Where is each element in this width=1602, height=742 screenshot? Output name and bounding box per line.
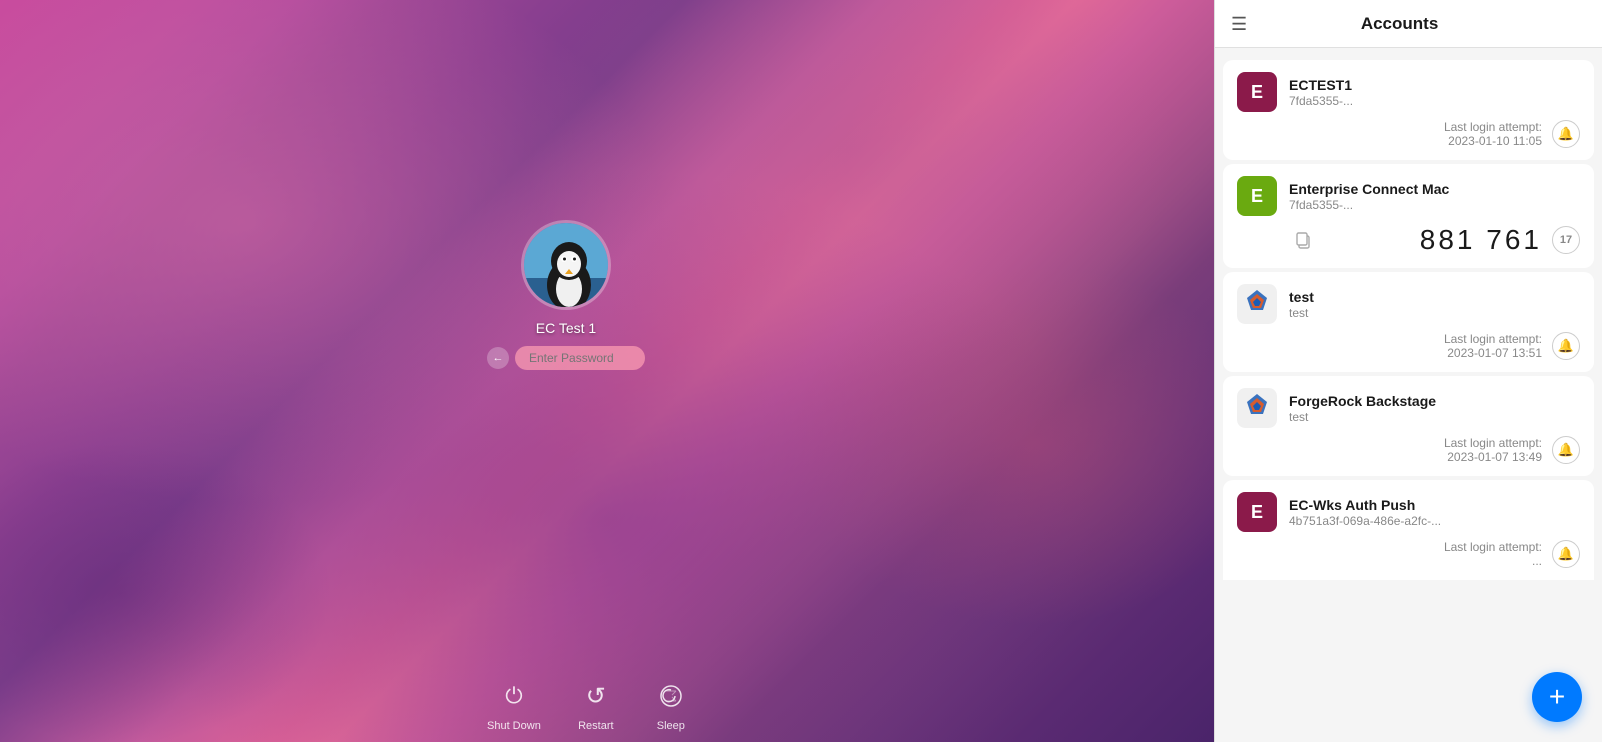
last-login-label-test: Last login attempt: (1444, 332, 1542, 346)
back-arrow-button[interactable]: ← (487, 347, 509, 369)
account-card-enterprise-connect[interactable]: E Enterprise Connect Mac 7fda5355-... 88… (1223, 164, 1594, 268)
accounts-list: E ECTEST1 7fda5355-... Last login attemp… (1215, 48, 1602, 742)
sleep-icon (651, 676, 691, 716)
password-row: ← (487, 346, 645, 370)
account-main-row-test: test test (1237, 284, 1580, 324)
account-icon-test (1237, 284, 1277, 324)
login-info-forgerock: Last login attempt: 2023-01-07 13:49 (1444, 436, 1542, 464)
user-avatar (521, 220, 611, 310)
account-main-row-ec: E Enterprise Connect Mac 7fda5355-... (1237, 176, 1580, 216)
account-card-ecwks[interactable]: E EC-Wks Auth Push 4b751a3f-069a-486e-a2… (1223, 480, 1594, 580)
account-main-row-forgerock: ForgeRock Backstage test (1237, 388, 1580, 428)
login-info-ectest1: Last login attempt: 2023-01-10 11:05 (1444, 120, 1542, 148)
login-info-ecwks: Last login attempt: ... (1444, 540, 1542, 568)
account-secondary-test: Last login attempt: 2023-01-07 13:51 🔔 (1237, 332, 1580, 360)
desktop-dock: ⏻ Shut Down ↺ Restart Sleep (487, 676, 691, 732)
account-info-forgerock: ForgeRock Backstage test (1289, 393, 1580, 424)
account-icon-enterprise: E (1237, 176, 1277, 216)
totp-timer-enterprise: 17 (1552, 226, 1580, 254)
account-info-ecwks: EC-Wks Auth Push 4b751a3f-069a-486e-a2fc… (1289, 497, 1580, 528)
hamburger-menu-button[interactable]: ☰ (1231, 15, 1247, 33)
shutdown-icon: ⏻ (494, 676, 534, 716)
sleep-label: Sleep (657, 720, 685, 732)
account-name-ecwks: EC-Wks Auth Push (1289, 497, 1580, 513)
account-name-ectest1: ECTEST1 (1289, 77, 1580, 93)
account-id-enterprise: 7fda5355-... (1289, 198, 1580, 212)
account-name-forgerock: ForgeRock Backstage (1289, 393, 1580, 409)
panel-title: Accounts (1263, 14, 1536, 34)
account-id-forgerock: test (1289, 410, 1580, 424)
password-input[interactable] (515, 346, 645, 370)
account-secondary-ectest1: Last login attempt: 2023-01-10 11:05 🔔 (1237, 120, 1580, 148)
account-name-enterprise: Enterprise Connect Mac (1289, 181, 1580, 197)
desktop-area: EC Test 1 ← ⏻ Shut Down ↺ Restart Sleep (0, 0, 1214, 742)
account-icon-ecwks: E (1237, 492, 1277, 532)
account-id-ecwks: 4b751a3f-069a-486e-a2fc-... (1289, 514, 1580, 528)
notification-bell-ectest1[interactable]: 🔔 (1552, 120, 1580, 148)
restart-label: Restart (578, 720, 613, 732)
account-secondary-ecwks: Last login attempt: ... 🔔 (1237, 540, 1580, 568)
account-id-ectest1: 7fda5355-... (1289, 94, 1580, 108)
shutdown-label: Shut Down (487, 720, 541, 732)
restart-icon: ↺ (576, 676, 616, 716)
account-info-ectest1: ECTEST1 7fda5355-... (1289, 77, 1580, 108)
notification-bell-ecwks[interactable]: 🔔 (1552, 540, 1580, 568)
account-icon-forgerock (1237, 388, 1277, 428)
account-info-test: test test (1289, 289, 1580, 320)
copy-totp-button[interactable] (1289, 226, 1317, 254)
totp-code-enterprise: 881 761 (1327, 224, 1542, 256)
sleep-button[interactable]: Sleep (651, 676, 691, 732)
account-card-ectest1[interactable]: E ECTEST1 7fda5355-... Last login attemp… (1223, 60, 1594, 160)
restart-button[interactable]: ↺ Restart (576, 676, 616, 732)
accounts-panel: ☰ Accounts E ECTEST1 7fda5355-... Last l… (1214, 0, 1602, 742)
account-id-test: test (1289, 306, 1580, 320)
last-login-label-forgerock: Last login attempt: (1444, 436, 1542, 450)
account-secondary-forgerock: Last login attempt: 2023-01-07 13:49 🔔 (1237, 436, 1580, 464)
last-login-date-forgerock: 2023-01-07 13:49 (1444, 450, 1542, 464)
account-main-row-ecwks: E EC-Wks Auth Push 4b751a3f-069a-486e-a2… (1237, 492, 1580, 532)
account-icon-ectest1: E (1237, 72, 1277, 112)
login-user-container: EC Test 1 ← (487, 220, 645, 370)
last-login-date-ectest1: 2023-01-10 11:05 (1444, 134, 1542, 148)
add-account-button[interactable]: + (1532, 672, 1582, 722)
login-info-test: Last login attempt: 2023-01-07 13:51 (1444, 332, 1542, 360)
account-info-enterprise: Enterprise Connect Mac 7fda5355-... (1289, 181, 1580, 212)
panel-header: ☰ Accounts (1215, 0, 1602, 48)
account-name-test: test (1289, 289, 1580, 305)
account-card-test[interactable]: test test Last login attempt: 2023-01-07… (1223, 272, 1594, 372)
last-login-label-ecwks: Last login attempt: (1444, 540, 1542, 554)
notification-bell-forgerock[interactable]: 🔔 (1552, 436, 1580, 464)
last-login-date-ecwks: ... (1444, 554, 1542, 568)
account-card-forgerock[interactable]: ForgeRock Backstage test Last login atte… (1223, 376, 1594, 476)
totp-row-enterprise: 881 761 17 (1237, 224, 1580, 256)
shutdown-button[interactable]: ⏻ Shut Down (487, 676, 541, 732)
account-main-row: E ECTEST1 7fda5355-... (1237, 72, 1580, 112)
notification-bell-test[interactable]: 🔔 (1552, 332, 1580, 360)
last-login-date-test: 2023-01-07 13:51 (1444, 346, 1542, 360)
login-username: EC Test 1 (536, 320, 596, 336)
last-login-label: Last login attempt: (1444, 120, 1542, 134)
